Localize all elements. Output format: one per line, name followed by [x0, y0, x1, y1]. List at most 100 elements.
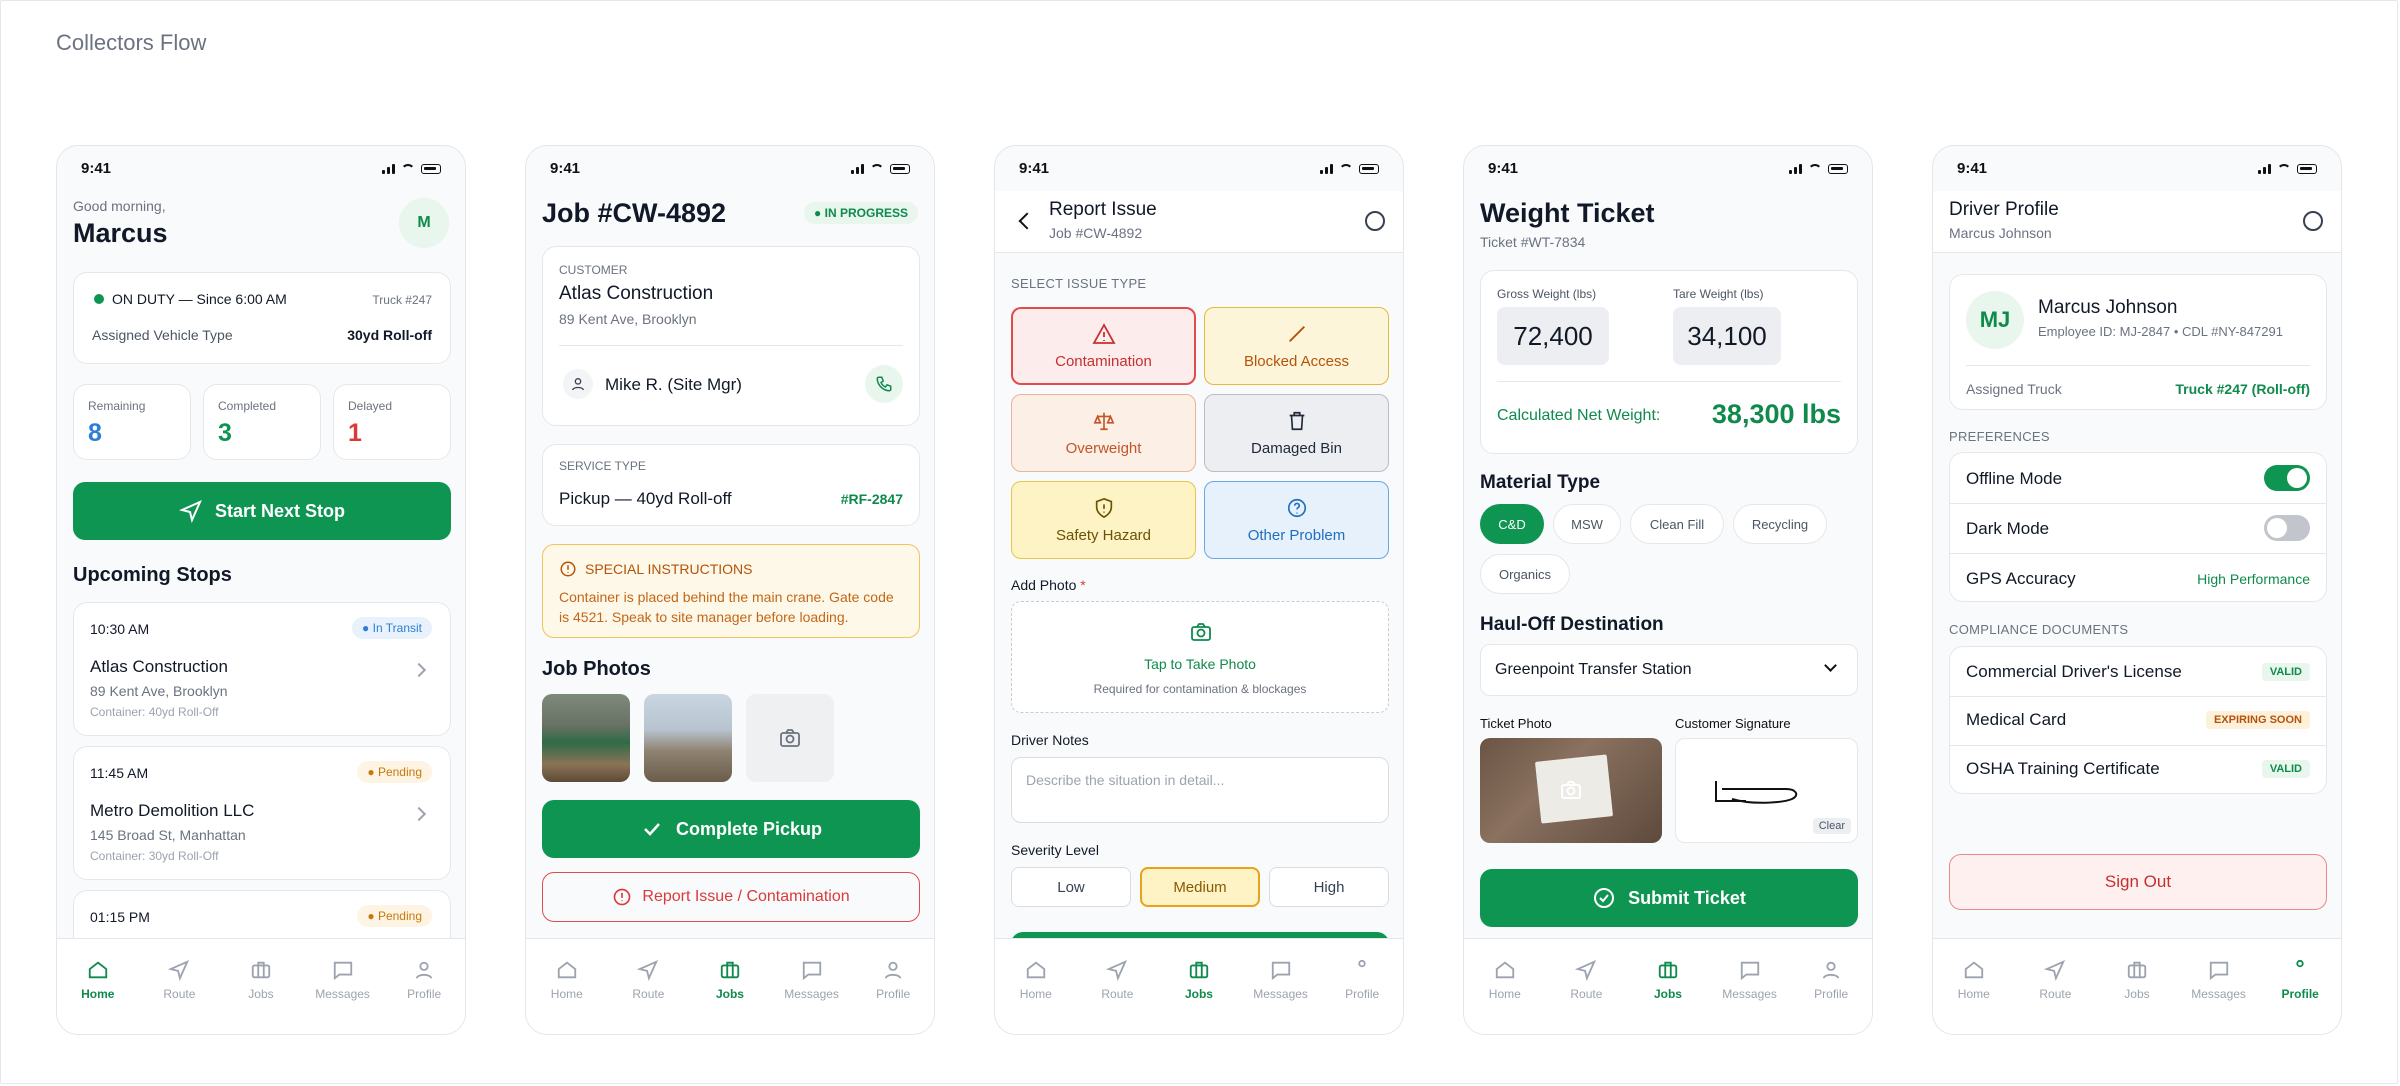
driver-name: Marcus	[73, 218, 168, 248]
offline-toggle[interactable]	[2264, 465, 2310, 491]
user-icon	[884, 961, 902, 979]
tab-profile[interactable]: Profile	[1796, 959, 1866, 1034]
destination-select[interactable]: Greenpoint Transfer Station	[1480, 644, 1858, 696]
severity-low[interactable]: Low	[1011, 867, 1131, 907]
tab-home[interactable]: Home	[1001, 959, 1071, 1034]
report-issue-button[interactable]: Report Issue / Contamination	[542, 872, 920, 922]
tab-jobs[interactable]: Jobs	[226, 959, 296, 1034]
start-next-stop-button[interactable]: Start Next Stop	[73, 482, 451, 540]
issue-contamination[interactable]: Contamination	[1011, 307, 1196, 385]
tab-home[interactable]: Home	[1939, 959, 2009, 1034]
tab-jobs[interactable]: Jobs	[1633, 959, 1703, 1034]
tab-profile[interactable]: Profile	[858, 959, 928, 1034]
tab-messages[interactable]: Messages	[1246, 959, 1316, 1034]
tab-messages[interactable]: Messages	[1715, 959, 1785, 1034]
material-chip[interactable]: Clean Fill	[1630, 504, 1724, 544]
message-icon	[802, 961, 821, 981]
tab-route[interactable]: Route	[613, 959, 683, 1034]
material-chip[interactable]: MSW	[1553, 504, 1621, 544]
tab-home[interactable]: Home	[1470, 959, 1540, 1034]
back-icon[interactable]	[1018, 212, 1036, 230]
tab-jobs[interactable]: Jobs	[1164, 959, 1234, 1034]
customer-name: Atlas Construction	[559, 283, 714, 304]
add-photo-button[interactable]	[746, 694, 834, 782]
photo-upload-area[interactable]: Tap to Take Photo Required for contamina…	[1011, 601, 1389, 713]
tab-jobs[interactable]: Jobs	[2102, 959, 2172, 1034]
tab-label: Jobs	[2124, 987, 2150, 1001]
stop-card[interactable]: 10:30 AM ● In Transit Atlas Construction…	[73, 602, 451, 736]
driver-ids: Employee ID: MJ-2847 • CDL #NY-847291	[2038, 324, 2283, 339]
issue-overweight[interactable]: Overweight	[1011, 394, 1196, 472]
signal-icon	[851, 163, 864, 174]
severity-label: Severity Level	[1011, 842, 1099, 858]
gps-value[interactable]: High Performance	[2197, 571, 2310, 587]
tab-home[interactable]: Home	[532, 959, 602, 1034]
signature-pad[interactable]: Clear	[1675, 738, 1858, 843]
contact-name: Mike R. (Site Mgr)	[605, 375, 742, 394]
tab-home[interactable]: Home	[63, 959, 133, 1034]
material-chip[interactable]: Organics	[1480, 554, 1570, 594]
tare-input[interactable]: 34,100	[1673, 307, 1781, 365]
document-row[interactable]: Commercial Driver's License VALID	[1966, 661, 2310, 683]
tab-label: Messages	[315, 987, 370, 1001]
document-row[interactable]: OSHA Training Certificate VALID	[1966, 758, 2310, 780]
clear-signature-button[interactable]: Clear	[1812, 818, 1851, 834]
tab-route[interactable]: Route	[1082, 959, 1152, 1034]
wifi-icon	[1339, 163, 1353, 174]
document-name: OSHA Training Certificate	[1966, 759, 2160, 778]
tab-profile[interactable]: Profile	[1327, 959, 1397, 1034]
briefcase-icon	[720, 961, 740, 979]
tab-route[interactable]: Route	[144, 959, 214, 1034]
severity-medium[interactable]: Medium	[1140, 867, 1260, 907]
tab-messages[interactable]: Messages	[2184, 959, 2254, 1034]
document-row[interactable]: Medical Card EXPIRING SOON	[1966, 709, 2310, 731]
stop-time: 01:15 PM	[90, 909, 150, 925]
avatar[interactable]: M	[399, 198, 449, 248]
tab-bar: Home Route Jobs Messages Profile	[995, 938, 1403, 1034]
alert-icon	[560, 561, 576, 577]
stop-card[interactable]: 11:45 AM ● Pending Metro Demolition LLC …	[73, 746, 451, 880]
tab-label: Messages	[2191, 987, 2246, 1001]
sign-out-button[interactable]: Sign Out	[1949, 854, 2327, 910]
dark-mode-toggle[interactable]	[2264, 515, 2310, 541]
tab-route[interactable]: Route	[1551, 959, 1621, 1034]
tab-route[interactable]: Route	[2020, 959, 2090, 1034]
tab-label: Route	[632, 987, 665, 1001]
job-photo[interactable]	[644, 694, 732, 782]
stop-container: Container: 40yd Roll-Off	[90, 705, 219, 719]
material-chip[interactable]: C&D	[1480, 504, 1544, 544]
severity-high[interactable]: High	[1269, 867, 1389, 907]
tab-label: Home	[81, 987, 115, 1001]
complete-button-label: Complete Pickup	[675, 818, 823, 839]
issue-blocked-access[interactable]: Blocked Access	[1204, 307, 1389, 385]
notes-textarea[interactable]: Describe the situation in detail...	[1011, 757, 1389, 823]
call-button[interactable]	[865, 365, 903, 403]
tab-profile[interactable]: Profile	[389, 959, 459, 1034]
driver-card: MJ Marcus Johnson Employee ID: MJ-2847 •…	[1949, 274, 2327, 410]
issue-safety-hazard[interactable]: Safety Hazard	[1011, 481, 1196, 559]
tab-label: Route	[2039, 987, 2072, 1001]
stop-address: 145 Broad St, Manhattan	[90, 827, 246, 843]
issue-other-problem[interactable]: Other Problem	[1204, 481, 1389, 559]
issue-damaged-bin[interactable]: Damaged Bin	[1204, 394, 1389, 472]
tab-messages[interactable]: Messages	[308, 959, 378, 1034]
tab-messages[interactable]: Messages	[777, 959, 847, 1034]
submit-ticket-button[interactable]: Submit Ticket	[1480, 869, 1858, 927]
tab-profile[interactable]: Profile	[2265, 959, 2335, 1034]
tab-label: Profile	[1814, 987, 1849, 1001]
tab-label: Route	[1570, 987, 1603, 1001]
status-badge: ● IN PROGRESS	[804, 202, 918, 224]
gross-input[interactable]: 72,400	[1497, 307, 1609, 365]
info-icon[interactable]	[2303, 211, 2323, 231]
complete-pickup-button[interactable]: Complete Pickup	[542, 800, 920, 858]
tab-label: Home	[1957, 987, 1990, 1001]
tab-jobs[interactable]: Jobs	[695, 959, 765, 1034]
info-icon[interactable]	[1365, 211, 1385, 231]
upcoming-title: Upcoming Stops	[73, 564, 232, 586]
battery-icon	[1828, 163, 1848, 174]
ticket-photo[interactable]	[1480, 738, 1662, 843]
material-chip[interactable]: Recycling	[1733, 504, 1827, 544]
job-photo[interactable]	[542, 694, 630, 782]
customer-label: CUSTOMER	[559, 263, 628, 277]
customer-address: 89 Kent Ave, Brooklyn	[559, 311, 697, 327]
